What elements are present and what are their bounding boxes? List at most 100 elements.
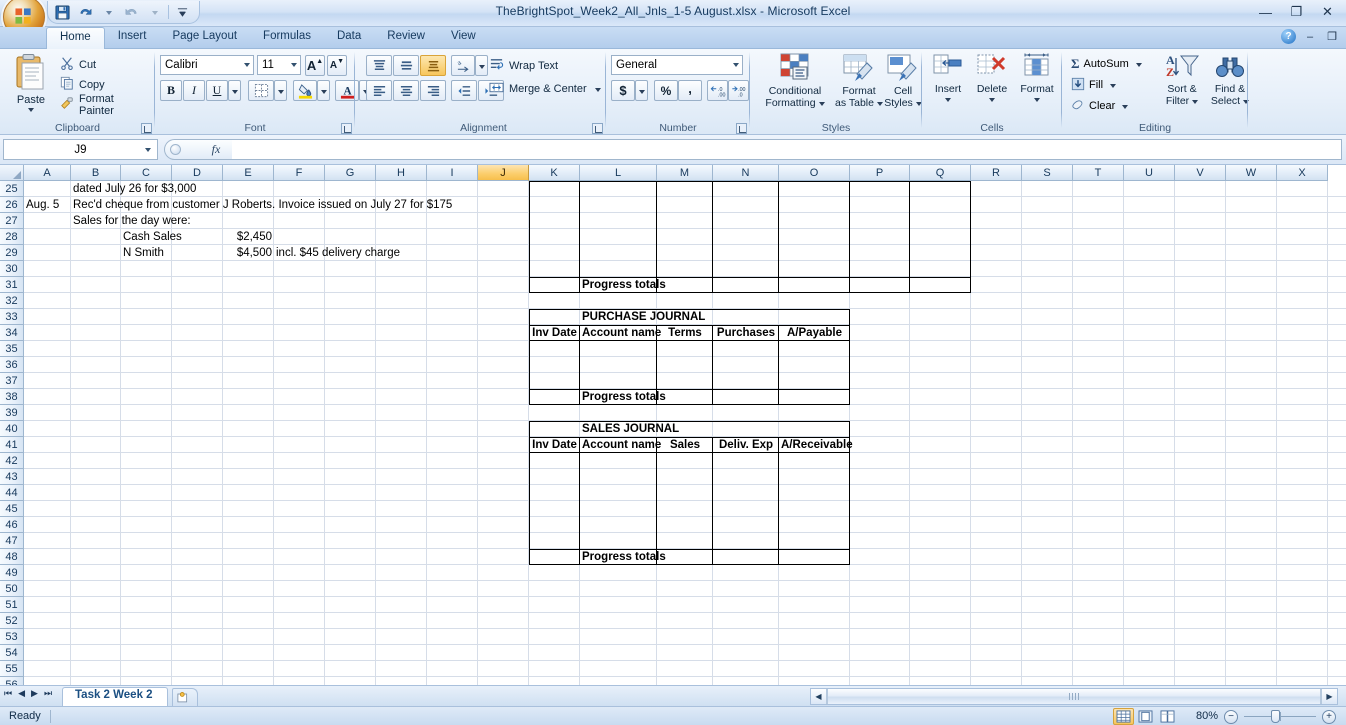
copy-button[interactable]: Copy <box>56 75 109 94</box>
row-header-44[interactable]: 44 <box>0 485 24 501</box>
chevron-down-icon[interactable] <box>876 102 883 107</box>
percent-format-button[interactable]: % <box>654 80 678 101</box>
italic-button[interactable]: I <box>183 80 205 101</box>
borders-dropdown-icon[interactable] <box>274 80 287 101</box>
scroll-left-button[interactable]: ◀ <box>811 689 827 704</box>
wrap-text-button[interactable]: Wrap Text <box>486 56 561 75</box>
column-header-t[interactable]: T <box>1073 165 1124 181</box>
row-header-34[interactable]: 34 <box>0 325 24 341</box>
row-header-41[interactable]: 41 <box>0 437 24 453</box>
font-color-button[interactable]: A <box>335 80 359 101</box>
zoom-track[interactable] <box>1244 710 1316 723</box>
chevron-down-icon[interactable] <box>1110 84 1117 88</box>
column-header-o[interactable]: O <box>779 165 850 181</box>
formula-bar-expand-button[interactable] <box>164 139 200 160</box>
insert-cells-button[interactable]: Insert <box>927 52 969 102</box>
font-dialog-launcher[interactable] <box>341 123 352 134</box>
chevron-down-icon[interactable] <box>945 97 951 102</box>
fill-color-dropdown-icon[interactable] <box>317 80 330 101</box>
select-all-button[interactable] <box>0 165 24 181</box>
cell-E28[interactable]: $2,450 <box>225 229 272 245</box>
fill-color-button[interactable] <box>293 80 317 101</box>
column-header-l[interactable]: L <box>580 165 657 181</box>
borders-button[interactable] <box>248 80 274 101</box>
tab-page-layout[interactable]: Page Layout <box>159 27 250 49</box>
undo-icon[interactable] <box>76 3 95 22</box>
horizontal-scrollbar[interactable]: ◀ ▶ <box>810 688 1338 705</box>
cell-L34[interactable]: Account name <box>582 325 661 341</box>
redo-icon[interactable] <box>122 3 141 22</box>
tab-home[interactable]: Home <box>46 27 105 49</box>
row-header-40[interactable]: 40 <box>0 421 24 437</box>
column-header-d[interactable]: D <box>172 165 223 181</box>
column-header-e[interactable]: E <box>223 165 274 181</box>
column-header-a[interactable]: A <box>24 165 71 181</box>
column-header-u[interactable]: U <box>1124 165 1175 181</box>
cell-A26[interactable]: Aug. 5 <box>26 197 69 213</box>
horizontal-scroll-thumb[interactable] <box>827 689 1321 704</box>
tab-insert[interactable]: Insert <box>105 27 160 49</box>
cell-L33[interactable]: PURCHASE JOURNAL <box>582 309 705 325</box>
column-header-g[interactable]: G <box>325 165 376 181</box>
column-header-n[interactable]: N <box>713 165 779 181</box>
chevron-down-icon[interactable] <box>1192 100 1199 105</box>
cell-E29[interactable]: $4,500 <box>225 245 272 261</box>
cell-L31[interactable]: Progress totals <box>582 277 672 293</box>
row-header-30[interactable]: 30 <box>0 261 24 277</box>
column-header-p[interactable]: P <box>850 165 910 181</box>
cell-M41[interactable]: Sales <box>659 437 711 453</box>
cell-C28[interactable]: Cash Sales <box>123 229 183 245</box>
row-header-48[interactable]: 48 <box>0 549 24 565</box>
row-header-43[interactable]: 43 <box>0 469 24 485</box>
align-middle-button[interactable] <box>393 55 419 76</box>
cell-O41[interactable]: A/Receivable <box>781 437 853 453</box>
normal-view-button[interactable] <box>1113 708 1134 725</box>
close-button[interactable]: ✕ <box>1313 2 1342 22</box>
page-break-view-button[interactable] <box>1157 708 1178 725</box>
chevron-down-icon[interactable] <box>1122 105 1129 109</box>
paste-button[interactable]: Paste <box>8 53 54 115</box>
tab-data[interactable]: Data <box>324 27 374 49</box>
column-header-m[interactable]: M <box>657 165 713 181</box>
row-header-26[interactable]: 26 <box>0 197 24 213</box>
column-header-w[interactable]: W <box>1226 165 1277 181</box>
undo-dropdown-icon[interactable] <box>99 3 118 22</box>
row-header-49[interactable]: 49 <box>0 565 24 581</box>
font-name-input[interactable]: Calibri <box>160 55 254 75</box>
merge-center-dropdown-icon[interactable] <box>594 87 601 92</box>
minimize-ribbon-icon[interactable]: – <box>1304 31 1316 43</box>
row-header-29[interactable]: 29 <box>0 245 24 261</box>
cell-F29[interactable]: incl. $45 delivery charge <box>276 245 426 261</box>
sort-filter-button[interactable]: A Z Sort & Filter <box>1158 52 1206 107</box>
column-header-r[interactable]: R <box>971 165 1022 181</box>
underline-dropdown-icon[interactable] <box>228 80 241 101</box>
cell-B26[interactable]: Rec'd cheque from customer J Roberts. In… <box>73 197 505 213</box>
shrink-font-button[interactable]: A ▼ <box>327 55 347 76</box>
underline-button[interactable]: U <box>206 80 228 101</box>
zoom-thumb[interactable] <box>1271 710 1281 723</box>
column-header-k[interactable]: K <box>529 165 580 181</box>
cell-K34[interactable]: Inv Date <box>531 325 578 341</box>
cell-N41[interactable]: Deliv. Exp <box>715 437 777 453</box>
row-header-46[interactable]: 46 <box>0 517 24 533</box>
column-header-c[interactable]: C <box>121 165 172 181</box>
scroll-right-button[interactable]: ▶ <box>1321 689 1337 704</box>
customize-quick-access-icon[interactable] <box>173 3 192 22</box>
cell-C29[interactable]: N Smith <box>123 245 170 261</box>
cell-L48[interactable]: Progress totals <box>582 549 672 565</box>
clipboard-dialog-launcher[interactable] <box>141 123 152 134</box>
cell-O34[interactable]: A/Payable <box>781 325 848 341</box>
zoom-in-button[interactable]: + <box>1322 709 1336 724</box>
cell-L38[interactable]: Progress totals <box>582 389 672 405</box>
row-header-33[interactable]: 33 <box>0 309 24 325</box>
maximize-restore-button[interactable]: ❐ <box>1282 2 1311 22</box>
chevron-down-icon[interactable] <box>145 147 151 152</box>
row-header-51[interactable]: 51 <box>0 597 24 613</box>
row-header-54[interactable]: 54 <box>0 645 24 661</box>
formula-input[interactable] <box>232 139 1342 160</box>
row-header-50[interactable]: 50 <box>0 581 24 597</box>
align-left-button[interactable] <box>366 80 392 101</box>
accounting-format-button[interactable]: $ <box>611 80 635 101</box>
comma-format-button[interactable]: , <box>678 80 702 101</box>
zoom-out-button[interactable]: − <box>1224 709 1238 724</box>
